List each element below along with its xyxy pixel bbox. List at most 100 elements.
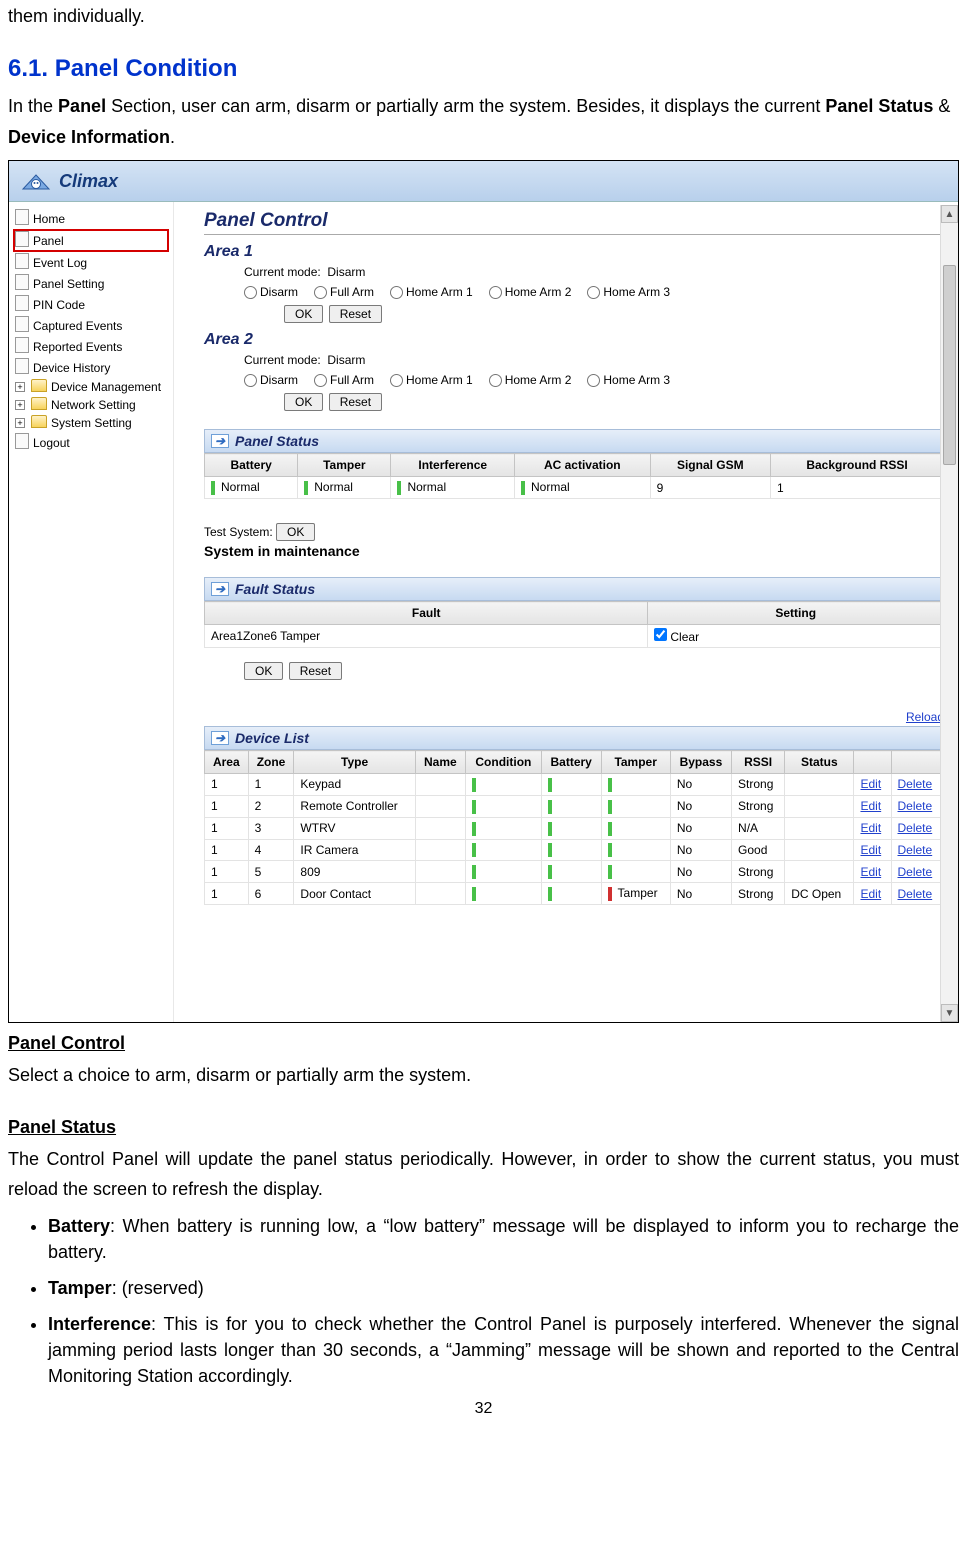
- edit-link[interactable]: Edit: [860, 887, 881, 901]
- test-system-label: Test System:: [204, 525, 273, 539]
- cell: 2: [248, 795, 294, 817]
- nav-label: Panel: [33, 234, 64, 248]
- table-row: 13WTRVNoN/AEditDelete: [205, 817, 944, 839]
- delete-link[interactable]: Delete: [898, 887, 933, 901]
- radio-homearm1[interactable]: Home Arm 1: [390, 373, 473, 387]
- status-indicator-icon: [548, 865, 552, 879]
- cell: WTRV: [294, 817, 415, 839]
- text: Section, user can arm, disarm or partial…: [106, 96, 825, 116]
- radio-disarm[interactable]: Disarm: [244, 373, 298, 387]
- table-row: 12Remote ControllerNoStrongEditDelete: [205, 795, 944, 817]
- status-indicator-icon: [548, 778, 552, 792]
- device-list-table: AreaZoneTypeNameConditionBatteryTamperBy…: [204, 750, 944, 905]
- nav-panel[interactable]: Panel: [13, 229, 169, 252]
- th: Type: [294, 751, 415, 774]
- nav-panelsetting[interactable]: Panel Setting: [13, 273, 169, 294]
- fault-status-table: Fault Setting Area1Zone6 Tamper Clear: [204, 601, 944, 648]
- nav-reported[interactable]: Reported Events: [13, 336, 169, 357]
- cell: [785, 839, 854, 861]
- radio-label: Home Arm 1: [406, 285, 473, 299]
- status-indicator-icon: [521, 481, 525, 495]
- text-bold: Panel: [58, 96, 106, 116]
- radio-fullarm[interactable]: Full Arm: [314, 285, 374, 299]
- intro-fragment: them individually.: [8, 6, 959, 27]
- radio-homearm1[interactable]: Home Arm 1: [390, 285, 473, 299]
- area2-heading: Area 2: [204, 331, 944, 349]
- radio-fullarm[interactable]: Full Arm: [314, 373, 374, 387]
- page-icon: [15, 231, 29, 250]
- scroll-up-icon[interactable]: ▲: [941, 205, 958, 223]
- status-indicator-icon: [548, 887, 552, 901]
- nav-home[interactable]: Home: [13, 208, 169, 229]
- cell: [415, 795, 465, 817]
- cell: Delete: [891, 795, 944, 817]
- nav-devmgmt[interactable]: +Device Management: [13, 378, 169, 396]
- cell: [415, 861, 465, 883]
- scroll-thumb[interactable]: [943, 265, 956, 465]
- cell: Delete: [891, 774, 944, 796]
- expand-icon[interactable]: +: [15, 382, 25, 392]
- th: Area: [205, 751, 249, 774]
- delete-link[interactable]: Delete: [898, 843, 933, 857]
- reload-link[interactable]: Reload: [906, 710, 944, 724]
- status-indicator-icon: [304, 481, 308, 495]
- status-indicator-icon: [397, 481, 401, 495]
- nav-label: Event Log: [33, 256, 87, 270]
- edit-link[interactable]: Edit: [860, 843, 881, 857]
- cell: [465, 817, 541, 839]
- th-gsm: Signal GSM: [650, 454, 770, 477]
- radio-homearm2[interactable]: Home Arm 2: [489, 285, 572, 299]
- cell: DC Open: [785, 883, 854, 905]
- reset-button[interactable]: Reset: [329, 305, 382, 323]
- nav-system[interactable]: +System Setting: [13, 414, 169, 432]
- expand-icon[interactable]: +: [15, 418, 25, 428]
- delete-link[interactable]: Delete: [898, 799, 933, 813]
- expand-icon[interactable]: +: [15, 400, 25, 410]
- nav-logout[interactable]: Logout: [13, 432, 169, 453]
- th-ac: AC activation: [514, 454, 650, 477]
- bullet-text: : (reserved): [112, 1278, 204, 1298]
- reset-button[interactable]: Reset: [329, 393, 382, 411]
- nav-history[interactable]: Device History: [13, 357, 169, 378]
- clear-checkbox[interactable]: Clear: [654, 630, 699, 644]
- folder-icon: [31, 397, 47, 413]
- status-indicator-icon: [608, 843, 612, 857]
- panel-status-bar: ➔ Panel Status: [204, 429, 944, 453]
- brand-logo-icon: [19, 167, 53, 195]
- edit-link[interactable]: Edit: [860, 799, 881, 813]
- ok-button[interactable]: OK: [284, 393, 323, 411]
- radio-label: Full Arm: [330, 285, 374, 299]
- nav-network[interactable]: +Network Setting: [13, 396, 169, 414]
- ok-button[interactable]: OK: [244, 662, 283, 680]
- scroll-down-icon[interactable]: ▼: [941, 1004, 958, 1022]
- nav-label: Captured Events: [33, 319, 122, 333]
- radio-homearm3[interactable]: Home Arm 3: [587, 373, 670, 387]
- cell: [415, 774, 465, 796]
- edit-link[interactable]: Edit: [860, 865, 881, 879]
- scrollbar[interactable]: ▲ ▼: [940, 205, 958, 1022]
- radio-homearm2[interactable]: Home Arm 2: [489, 373, 572, 387]
- status-indicator-icon: [608, 800, 612, 814]
- delete-link[interactable]: Delete: [898, 821, 933, 835]
- panel-control-subhead: Panel Control: [8, 1033, 959, 1054]
- device-list-title: Device List: [235, 730, 309, 746]
- cell: Strong: [732, 795, 785, 817]
- th-fault: Fault: [205, 602, 648, 625]
- edit-link[interactable]: Edit: [860, 777, 881, 791]
- cell: [785, 817, 854, 839]
- cell: 4: [248, 839, 294, 861]
- nav-pincode[interactable]: PIN Code: [13, 294, 169, 315]
- ok-button[interactable]: OK: [284, 305, 323, 323]
- radio-disarm[interactable]: Disarm: [244, 285, 298, 299]
- delete-link[interactable]: Delete: [898, 865, 933, 879]
- reset-button[interactable]: Reset: [289, 662, 342, 680]
- test-ok-button[interactable]: OK: [276, 523, 315, 541]
- edit-link[interactable]: Edit: [860, 821, 881, 835]
- table-row: Area1Zone6 Tamper Clear: [205, 625, 944, 648]
- nav-eventlog[interactable]: Event Log: [13, 252, 169, 273]
- delete-link[interactable]: Delete: [898, 777, 933, 791]
- bullet-list: Battery: When battery is running low, a …: [8, 1213, 959, 1390]
- cell: Delete: [891, 883, 944, 905]
- nav-captured[interactable]: Captured Events: [13, 315, 169, 336]
- radio-homearm3[interactable]: Home Arm 3: [587, 285, 670, 299]
